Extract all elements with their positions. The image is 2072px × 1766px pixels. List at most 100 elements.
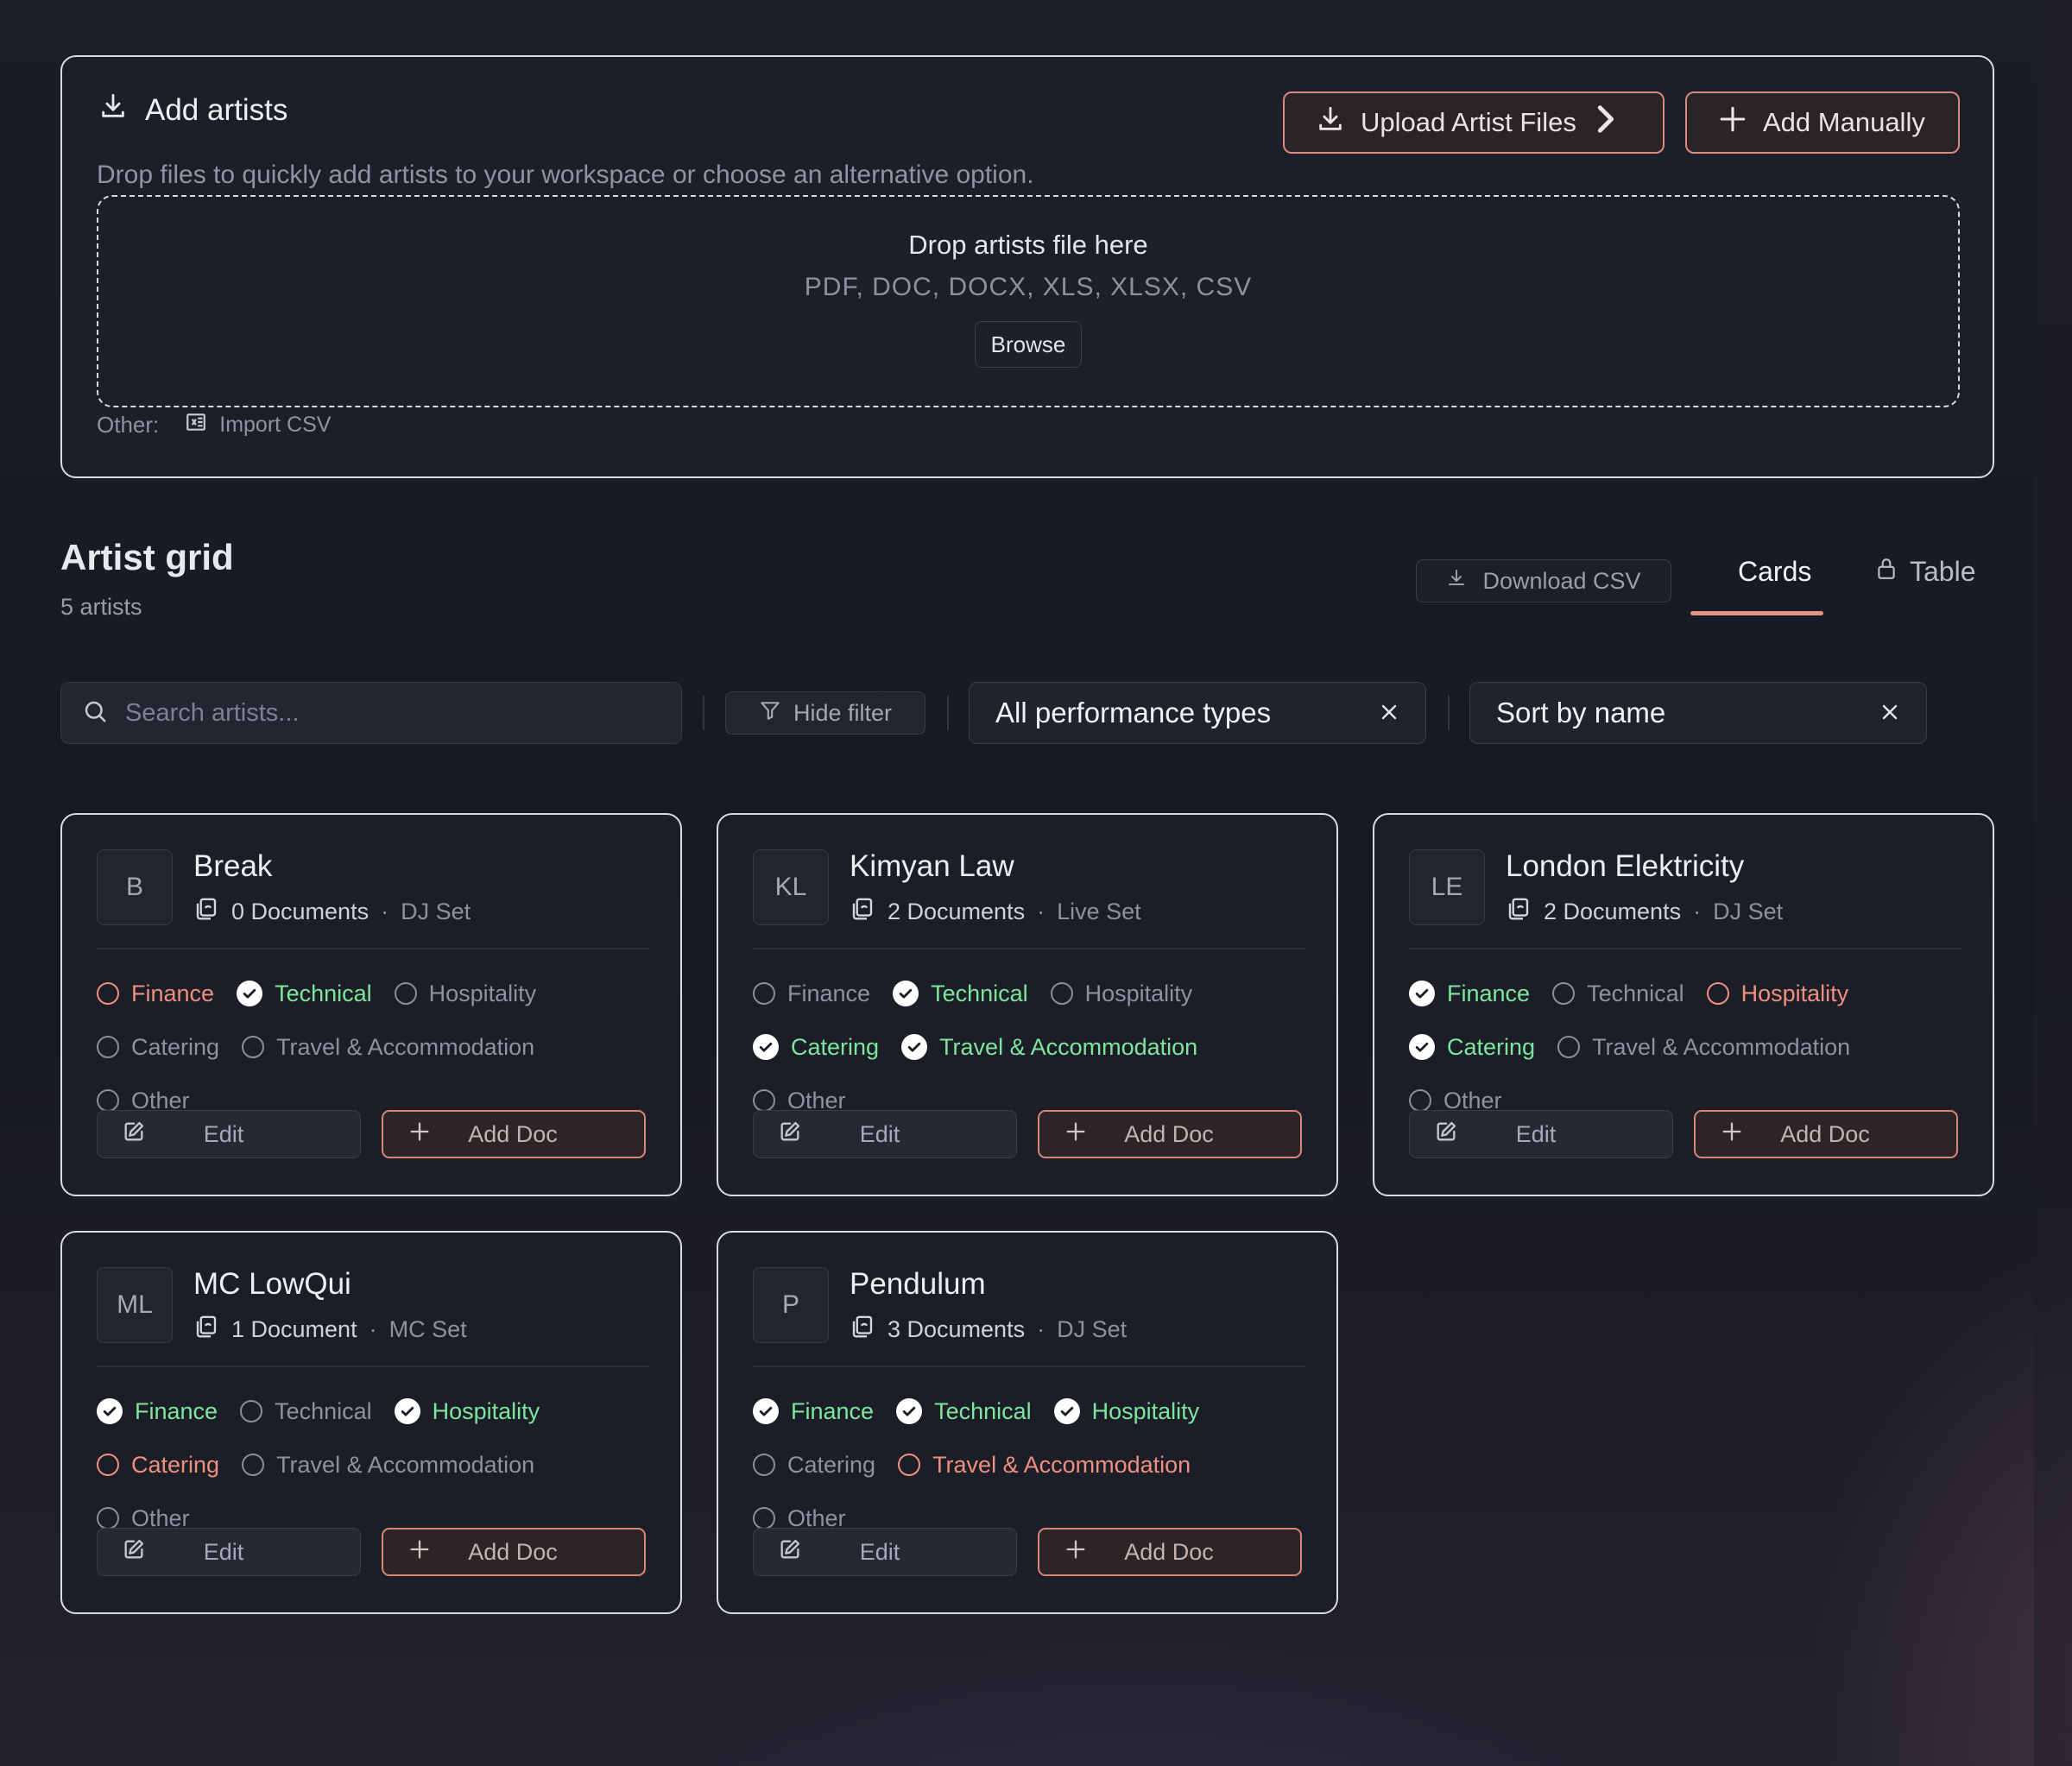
artist-grid-title: Artist grid [60, 537, 234, 577]
doc-tag-hospitality[interactable]: Hospitality [394, 1398, 540, 1425]
plus-icon [1720, 1120, 1744, 1150]
doc-tag-catering[interactable]: Catering [753, 1452, 875, 1479]
check-circle-icon [753, 1034, 779, 1060]
page-scrollbar[interactable] [2034, 0, 2072, 1766]
upload-artist-files-button[interactable]: Upload Artist Files [1283, 91, 1665, 154]
active-tab-indicator [1690, 611, 1823, 615]
check-circle-icon [893, 981, 919, 1006]
doc-tag-travel-accommodation[interactable]: Travel & Accommodation [1557, 1034, 1850, 1061]
avatar: P [753, 1267, 829, 1343]
tab-table[interactable]: Table [1875, 556, 1976, 588]
clear-icon[interactable] [1879, 697, 1900, 729]
tag-label: Technical [1587, 980, 1684, 1006]
doc-tag-technical[interactable]: Technical [893, 981, 1028, 1007]
tag-row: Finance Technical Hospitality [753, 967, 1314, 1020]
doc-tag-catering[interactable]: Catering [97, 1452, 219, 1479]
sort-value: Sort by name [1496, 697, 1666, 728]
edit-icon [778, 1120, 802, 1150]
empty-circle-icon [1050, 982, 1073, 1005]
empty-circle-icon [242, 1454, 265, 1476]
empty-circle-icon [1557, 1036, 1581, 1058]
filter-divider [703, 696, 704, 730]
hide-filter-label: Hide filter [793, 699, 893, 726]
doc-tag-travel-accommodation[interactable]: Travel & Accommodation [242, 1452, 534, 1479]
check-circle-icon [896, 1398, 923, 1424]
documents-icon [193, 1314, 219, 1346]
artist-meta: 2 Documents · DJ Set [1506, 896, 1783, 928]
doc-tag-hospitality[interactable]: Hospitality [394, 980, 537, 1007]
doc-tag-travel-accommodation[interactable]: Travel & Accommodation [242, 1034, 534, 1061]
document-tags: Finance Technical Hospitality Catering Trave… [97, 967, 658, 1127]
doc-tag-travel-accommodation[interactable]: Travel & Accommodation [901, 1034, 1197, 1061]
download-csv-button[interactable]: Download CSV [1416, 559, 1671, 602]
card-divider [753, 948, 1305, 949]
search-box[interactable] [60, 682, 682, 744]
doc-tag-technical[interactable]: Technical [240, 1398, 372, 1425]
add-doc-button[interactable]: Add Doc [382, 1528, 646, 1576]
check-circle-icon [1053, 1398, 1080, 1424]
avatar: ML [97, 1267, 173, 1343]
browse-button[interactable]: Browse [974, 321, 1083, 368]
card-actions: Edit Add Doc [753, 1110, 1302, 1158]
doc-tag-catering[interactable]: Catering [753, 1034, 879, 1061]
doc-tag-finance[interactable]: Finance [1409, 981, 1530, 1007]
empty-circle-icon [97, 1454, 119, 1476]
artist-name: Kimyan Law [850, 849, 1014, 883]
document-count: 1 Document [231, 1316, 357, 1342]
document-count: 3 Documents [888, 1316, 1026, 1342]
tag-label: Catering [791, 1033, 880, 1060]
doc-tag-technical[interactable]: Technical [237, 981, 372, 1007]
edit-button[interactable]: Edit [97, 1528, 361, 1576]
edit-button[interactable]: Edit [97, 1110, 361, 1158]
tab-table-label: Table [1910, 556, 1976, 587]
dropzone-title: Drop artists file here [908, 230, 1148, 260]
edit-button[interactable]: Edit [1409, 1110, 1673, 1158]
doc-tag-finance[interactable]: Finance [97, 1398, 218, 1425]
doc-tag-catering[interactable]: Catering [97, 1034, 219, 1061]
doc-tag-technical[interactable]: Technical [896, 1398, 1032, 1425]
plus-icon [407, 1537, 432, 1567]
sort-select[interactable]: Sort by name [1469, 682, 1927, 744]
dropzone-file-types: PDF, DOC, DOCX, XLS, XLSX, CSV [804, 273, 1253, 301]
tag-label: Travel & Accommodation [932, 1451, 1191, 1478]
check-circle-icon [394, 1398, 420, 1424]
tab-cards[interactable]: Cards [1738, 556, 1811, 588]
doc-tag-hospitality[interactable]: Hospitality [1053, 1398, 1199, 1425]
edit-button[interactable]: Edit [753, 1528, 1017, 1576]
other-options: Other: Import CSV [97, 411, 331, 439]
doc-tag-catering[interactable]: Catering [1409, 1034, 1535, 1061]
document-tags: Finance Technical Hospitality Catering Trave… [1409, 967, 1970, 1127]
meta-separator: · [1037, 1316, 1045, 1342]
add-doc-button[interactable]: Add Doc [1038, 1110, 1302, 1158]
add-manually-button[interactable]: Add Manually [1685, 91, 1960, 154]
empty-circle-icon [240, 1400, 263, 1422]
search-input[interactable] [125, 698, 643, 728]
add-doc-button[interactable]: Add Doc [1694, 1110, 1958, 1158]
document-tags: Finance Technical Hospitality Catering Trave… [97, 1384, 658, 1545]
performance-type-select[interactable]: All performance types [969, 682, 1426, 744]
edit-button[interactable]: Edit [753, 1110, 1017, 1158]
empty-circle-icon [1706, 982, 1729, 1005]
doc-tag-technical[interactable]: Technical [1552, 981, 1684, 1007]
check-circle-icon [753, 1398, 779, 1424]
tag-row: Catering Travel & Accommodation [753, 1438, 1314, 1492]
tag-label: Technical [934, 1397, 1032, 1424]
hide-filter-button[interactable]: Hide filter [725, 691, 925, 735]
import-csv-link[interactable]: Import CSV [185, 411, 331, 439]
card-divider [97, 948, 649, 949]
avatar: KL [753, 849, 829, 925]
tag-label: Hospitality [428, 980, 537, 1006]
edit-label: Edit [203, 1538, 244, 1565]
doc-tag-finance[interactable]: Finance [753, 1398, 874, 1425]
clear-icon[interactable] [1379, 697, 1399, 729]
doc-tag-travel-accommodation[interactable]: Travel & Accommodation [898, 1452, 1191, 1479]
file-dropzone[interactable]: Drop artists file here PDF, DOC, DOCX, X… [97, 195, 1960, 407]
add-doc-button[interactable]: Add Doc [382, 1110, 646, 1158]
doc-tag-finance[interactable]: Finance [97, 981, 214, 1007]
lock-icon [1875, 556, 1898, 588]
doc-tag-finance[interactable]: Finance [753, 981, 870, 1007]
doc-tag-hospitality[interactable]: Hospitality [1706, 981, 1848, 1007]
filter-divider [1448, 696, 1450, 730]
add-doc-button[interactable]: Add Doc [1038, 1528, 1302, 1576]
doc-tag-hospitality[interactable]: Hospitality [1050, 981, 1192, 1007]
